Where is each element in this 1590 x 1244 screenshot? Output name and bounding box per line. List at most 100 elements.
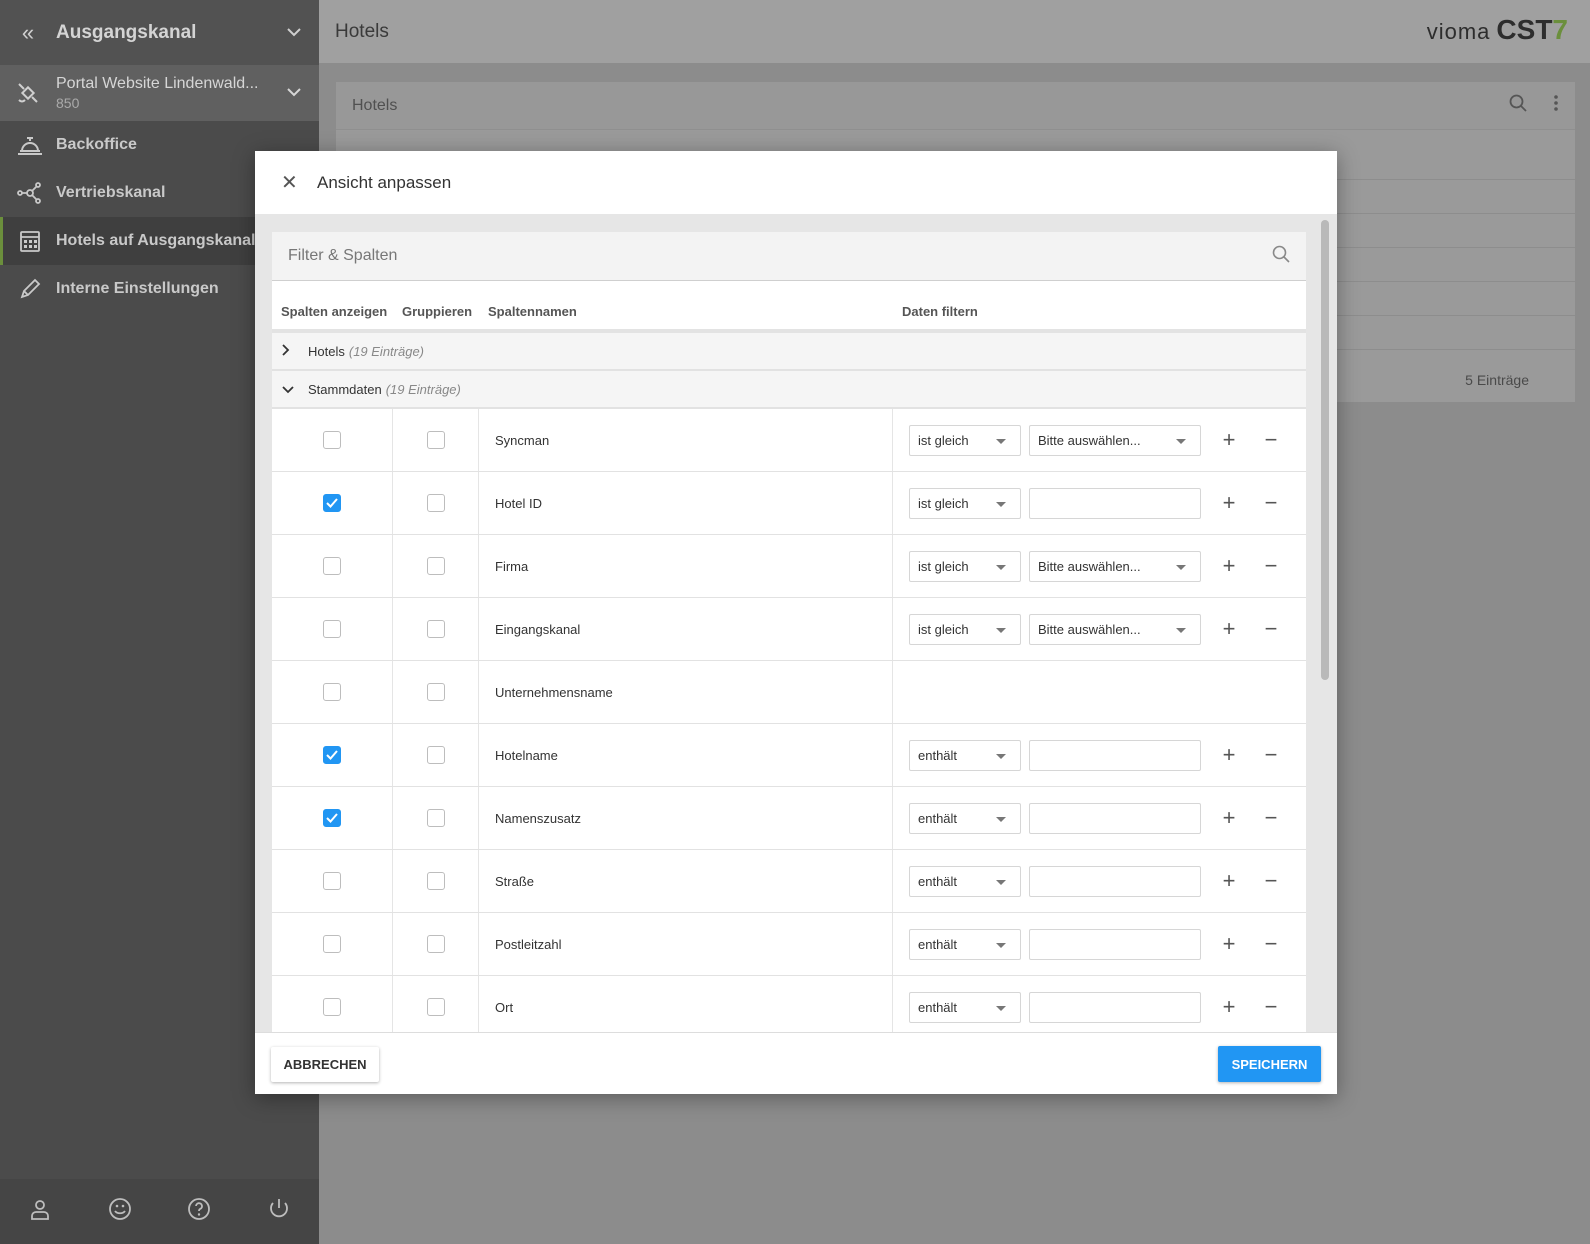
plus-icon[interactable]: + <box>1209 994 1249 1020</box>
search-input[interactable]: Filter & Spalten <box>288 247 1272 265</box>
search-icon[interactable] <box>1509 94 1527 117</box>
group-column-cell <box>393 661 479 723</box>
cancel-button[interactable]: ABBRECHEN <box>271 1047 379 1082</box>
minus-icon[interactable]: − <box>1251 805 1291 831</box>
minus-icon[interactable]: − <box>1251 490 1291 516</box>
group-column-checkbox[interactable] <box>426 809 445 827</box>
show-column-cell <box>272 535 393 597</box>
group-name: Hotels <box>308 343 345 359</box>
column-name: Unternehmensname <box>479 661 893 723</box>
minus-icon[interactable]: − <box>1251 427 1291 453</box>
group-column-checkbox[interactable] <box>426 431 445 449</box>
show-column-checkbox[interactable] <box>323 494 341 512</box>
value-input[interactable] <box>1029 739 1201 771</box>
show-column-checkbox[interactable] <box>323 746 341 764</box>
operator-select[interactable]: enthält <box>909 928 1021 960</box>
save-button[interactable]: SPEICHERN <box>1218 1046 1321 1082</box>
group-column-checkbox[interactable] <box>426 872 445 890</box>
value-input[interactable] <box>1029 991 1201 1023</box>
chevron-down-icon[interactable] <box>269 24 319 42</box>
show-column-checkbox[interactable] <box>323 683 341 701</box>
value-input[interactable] <box>1029 802 1201 834</box>
help-icon[interactable] <box>187 1197 211 1226</box>
operator-select[interactable]: enthält <box>909 802 1021 834</box>
operator-select[interactable]: enthält <box>909 865 1021 897</box>
brand-number: 7 <box>1552 14 1568 45</box>
operator-select[interactable]: enthält <box>909 739 1021 771</box>
top-bar: Hotels vioma CST 7 <box>319 0 1590 63</box>
plus-icon[interactable]: + <box>1209 553 1249 579</box>
value-input[interactable] <box>1029 928 1201 960</box>
minus-icon[interactable]: − <box>1251 553 1291 579</box>
minus-icon[interactable]: − <box>1251 868 1291 894</box>
value-select[interactable]: Bitte auswählen... <box>1029 613 1201 645</box>
group-row-stammdaten[interactable]: Stammdaten (19 Einträge) <box>272 371 1306 409</box>
operator-select[interactable]: enthält <box>909 991 1021 1023</box>
plus-icon[interactable]: + <box>1209 616 1249 642</box>
value-select[interactable]: Bitte auswählen... <box>1029 550 1201 582</box>
show-column-checkbox[interactable] <box>323 557 341 575</box>
group-column-checkbox[interactable] <box>426 683 445 701</box>
chevron-down-icon[interactable] <box>282 381 308 397</box>
dropdown-caret-icon <box>1176 564 1186 570</box>
show-column-checkbox[interactable] <box>323 998 341 1016</box>
value-input[interactable] <box>1029 865 1201 897</box>
group-column-checkbox[interactable] <box>426 557 445 575</box>
filter-cell: enthält + − <box>893 976 1306 1032</box>
close-icon[interactable]: ✕ <box>281 170 317 195</box>
filter-cell: ist gleich Bitte auswählen... + − <box>893 598 1306 660</box>
show-column-checkbox[interactable] <box>323 935 341 953</box>
plus-icon[interactable]: + <box>1209 931 1249 957</box>
scrollbar[interactable] <box>1321 220 1329 680</box>
minus-icon[interactable]: − <box>1251 994 1291 1020</box>
minus-icon[interactable]: − <box>1251 742 1291 768</box>
sidebar-item-label: Vertriebskanal <box>56 184 166 201</box>
power-icon[interactable] <box>267 1197 291 1226</box>
group-column-cell <box>393 409 479 471</box>
collapse-sidebar-icon[interactable]: « <box>0 20 56 46</box>
minus-icon[interactable]: − <box>1251 616 1291 642</box>
show-column-cell <box>272 913 393 975</box>
plus-icon[interactable]: + <box>1209 805 1249 831</box>
dropdown-caret-icon <box>996 753 1006 759</box>
chevron-down-icon[interactable] <box>269 84 319 102</box>
more-vert-icon[interactable] <box>1553 94 1559 117</box>
value-select[interactable]: Bitte auswählen... <box>1029 424 1201 456</box>
operator-select[interactable]: ist gleich <box>909 487 1021 519</box>
value-select-text: Bitte auswählen... <box>1038 558 1141 574</box>
dialog-title: Ansicht anpassen <box>317 172 452 192</box>
column-name: Syncman <box>479 409 893 471</box>
group-name: Stammdaten <box>308 381 382 397</box>
group-count: (19 Einträge) <box>385 381 461 397</box>
plus-icon[interactable]: + <box>1209 427 1249 453</box>
operator-value: ist gleich <box>918 621 969 637</box>
show-column-checkbox[interactable] <box>323 431 341 449</box>
group-column-checkbox[interactable] <box>426 746 445 764</box>
operator-select[interactable]: ist gleich <box>909 613 1021 645</box>
card-header: Hotels <box>336 82 1575 130</box>
value-input[interactable] <box>1029 487 1201 519</box>
operator-select[interactable]: ist gleich <box>909 550 1021 582</box>
group-column-checkbox[interactable] <box>426 620 445 638</box>
user-icon[interactable] <box>28 1197 52 1226</box>
group-row-hotels[interactable]: Hotels (19 Einträge) <box>272 333 1306 371</box>
search-bar[interactable]: Filter & Spalten <box>272 232 1306 281</box>
show-column-checkbox[interactable] <box>323 872 341 890</box>
minus-icon[interactable]: − <box>1251 931 1291 957</box>
show-column-checkbox[interactable] <box>323 620 341 638</box>
show-column-checkbox[interactable] <box>323 809 341 827</box>
operator-value: enthält <box>918 936 958 952</box>
plus-icon[interactable]: + <box>1209 490 1249 516</box>
smiley-icon[interactable] <box>108 1197 132 1226</box>
channel-selector[interactable]: Portal Website Lindenwald... 850 <box>0 65 319 121</box>
plus-icon[interactable]: + <box>1209 868 1249 894</box>
group-column-checkbox[interactable] <box>426 935 445 953</box>
group-column-checkbox[interactable] <box>426 998 445 1016</box>
search-icon[interactable] <box>1272 245 1290 268</box>
operator-select[interactable]: ist gleich <box>909 424 1021 456</box>
group-column-checkbox[interactable] <box>426 494 445 512</box>
sidebar-header: « Ausgangskanal <box>0 0 319 65</box>
table-row: Hotelname enthält + − <box>272 724 1306 787</box>
chevron-right-icon[interactable] <box>282 343 308 359</box>
plus-icon[interactable]: + <box>1209 742 1249 768</box>
